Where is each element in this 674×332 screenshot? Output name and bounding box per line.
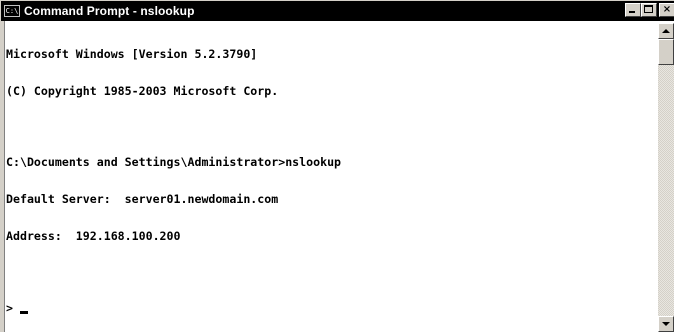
console-line: Address: 192.168.100.200 [6,229,181,244]
minimize-button[interactable] [625,3,641,17]
scroll-up-button[interactable] [658,23,674,39]
app-icon-glyph: C:\ [5,6,19,15]
console-line: (C) Copyright 1985-2003 Microsoft Corp. [6,84,279,99]
scroll-down-arrow-icon [662,322,670,326]
maximize-button[interactable] [641,3,657,17]
scrollbar-thumb[interactable] [658,39,674,65]
scroll-down-button[interactable] [658,316,674,332]
close-button[interactable]: × [659,3,674,17]
minimize-icon [629,11,635,13]
console-line: Microsoft Windows [Version 5.2.3790] [6,46,258,61]
nslookup-prompt: > [6,301,13,316]
console-line: C:\Documents and Settings\Administrator>… [6,155,342,170]
window-controls: × [625,3,674,17]
close-icon: × [662,4,672,15]
console-line: Default Server: server01.newdomain.com [6,192,279,207]
maximize-icon [644,5,653,13]
window-frame-left [1,21,5,332]
vertical-scrollbar[interactable] [658,23,674,332]
title-bar[interactable]: C:\ Command Prompt - nslookup × [1,1,674,21]
console-line-blank [6,268,657,277]
command-input-line[interactable]: > [6,301,657,316]
text-cursor [19,310,28,314]
command-prompt-window: C:\ Command Prompt - nslookup × Microsof… [0,0,674,332]
console-line-blank [6,122,657,131]
scroll-up-arrow-icon [662,29,670,33]
window-title: Command Prompt - nslookup [24,4,195,18]
cmd-console-icon[interactable]: C:\ [4,5,20,17]
console-output[interactable]: Microsoft Windows [Version 5.2.3790] (C)… [6,23,657,329]
